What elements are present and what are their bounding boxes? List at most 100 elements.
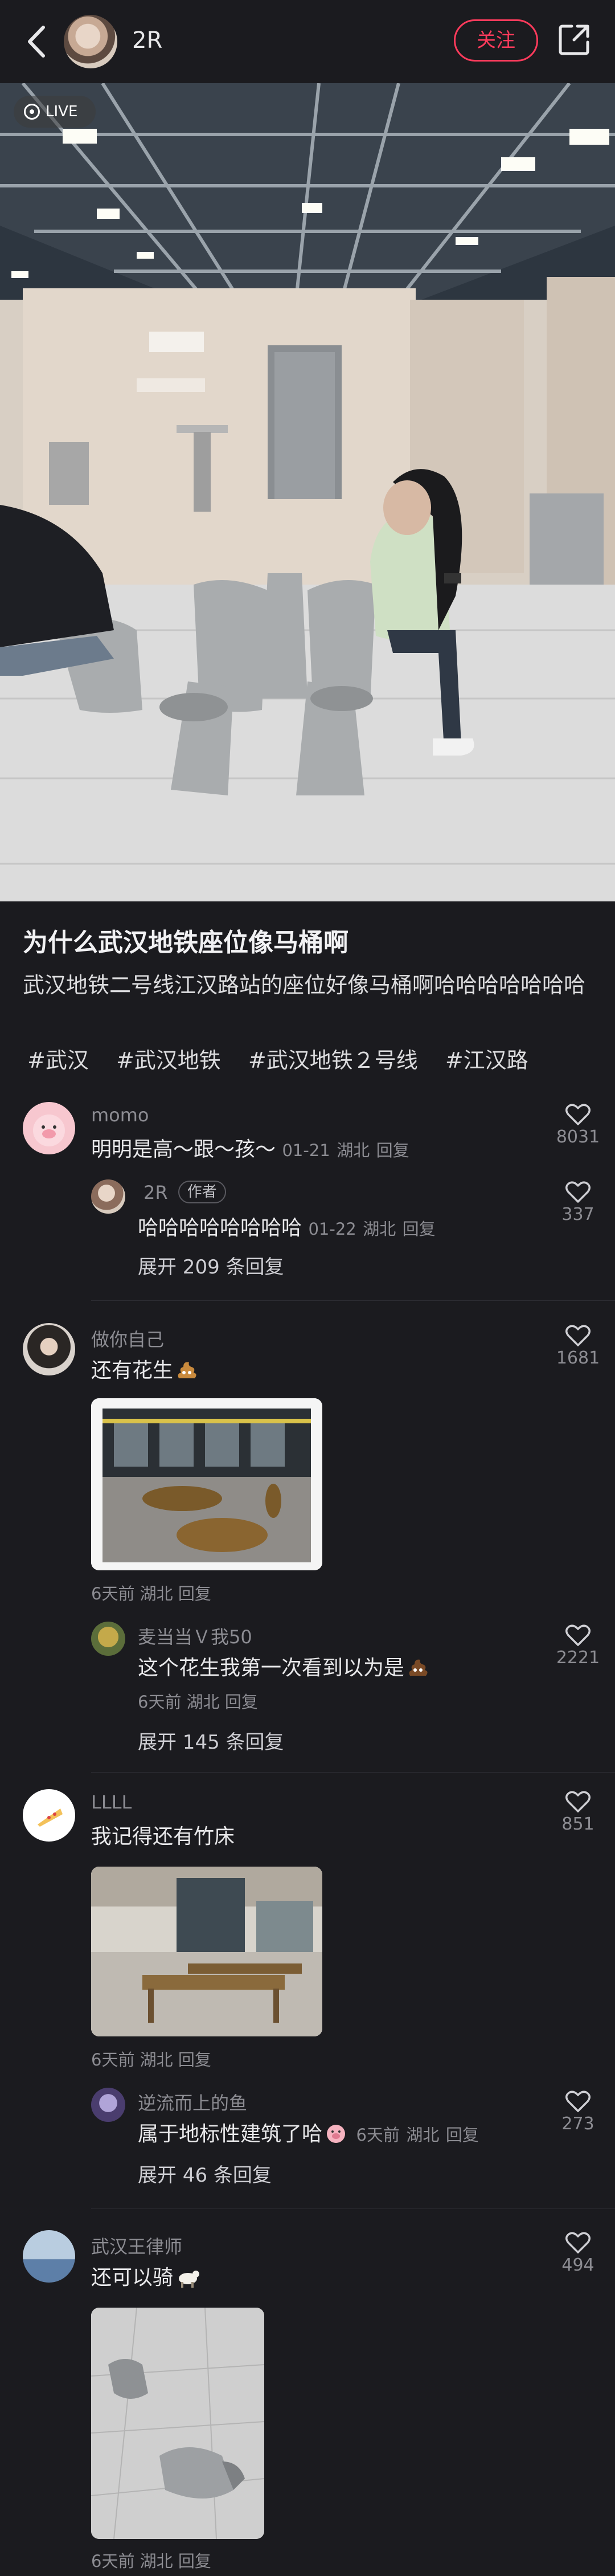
heart-icon [565,1791,591,1812]
poop-emoji-icon [178,1362,196,1378]
live-photo-badge: LIVE [14,96,96,128]
subway-station-photo [0,83,615,901]
like-button[interactable]: 337 [547,1181,609,1224]
expand-replies-button[interactable]: 展开 145 条回复 [138,1726,284,1754]
commenter-avatar[interactable] [23,2230,75,2283]
reply-text: 属于地标性建筑了哈 6天前 湖北 回复 [138,2117,479,2147]
post-tags: #武汉 #武汉地铁 #武汉地铁２号线 #江汉路 [27,1043,549,1074]
reply-avatar[interactable] [91,1622,125,1656]
reply-button[interactable]: 回复 [178,2551,211,2571]
comment-time: 6天前 [91,1584,135,1603]
reply-location: 湖北 [363,1219,396,1239]
heart-icon [565,1181,591,1203]
like-count: 1681 [556,1348,600,1368]
heart-icon [565,1624,591,1646]
metal-seats-photo [91,2308,264,2539]
commenter-name[interactable]: 武汉王律师 [91,2232,182,2259]
commenter-name[interactable]: 做你自己 [91,1325,164,1352]
divider [91,1300,615,1301]
like-count: 273 [561,2114,594,2134]
reply-user[interactable]: 逆流而上的鱼 [138,2089,247,2115]
post-title: 为什么武汉地铁座位像马桶啊 [23,928,348,957]
comment-meta: 6天前 湖北 回复 [91,1581,211,1605]
comment-text: 明明是高～跟～孩～ 01-21 湖北 回复 [91,1133,409,1162]
bamboo-bed-photo [91,1867,322,2036]
heart-icon [565,2232,591,2254]
tag-link[interactable]: #武汉地铁 [116,1048,221,1073]
comment-text: 还可以骑 [91,2261,200,2291]
reply-user-name: 2R [144,1182,168,1203]
live-icon [24,104,40,120]
comment-meta: 6天前 湖北 回复 [91,2548,211,2572]
commenter-avatar[interactable] [23,1102,75,1154]
reply-user[interactable]: 2R 作者 [144,1181,226,1203]
reply-body: 这个花生我第一次看到以为是 [138,1656,405,1680]
comment-location: 湖北 [140,2551,173,2571]
author-avatar[interactable] [64,15,117,68]
reply-location: 湖北 [406,2125,440,2145]
reply-text: 这个花生我第一次看到以为是 [138,1651,429,1681]
reply-avatar[interactable] [91,2088,125,2122]
comment-image[interactable] [91,1398,322,1570]
reply-location: 湖北 [186,1692,220,1712]
reply-body: 属于地标性建筑了哈 [138,2122,323,2146]
comment-time: 6天前 [91,2050,135,2069]
like-button[interactable]: 1681 [547,1324,609,1368]
pizza-avatar-icon [38,1808,63,1827]
comment-image[interactable] [91,1867,322,2036]
like-button[interactable]: 273 [547,2090,609,2134]
tag-link[interactable]: #江汉路 [445,1048,528,1073]
like-button[interactable]: 851 [547,1790,609,1834]
reply-user[interactable]: 麦当当Ｖ我50 [138,1623,252,1649]
reply-time: 6天前 [138,1692,182,1712]
reply-text: 哈哈哈哈哈哈哈哈 01-22 湖北 回复 [138,1211,436,1241]
like-button[interactable]: 494 [547,2231,609,2275]
tag-link[interactable]: #武汉 [27,1048,89,1073]
pig-emoji-icon [327,2125,346,2143]
reply-time: 6天前 [356,2125,400,2145]
comment-meta: 6天前 湖北 回复 [91,2047,211,2071]
like-button[interactable]: 2221 [547,1624,609,1668]
reply-avatar[interactable] [91,1179,125,1214]
back-arrow-icon[interactable] [23,23,51,60]
reply-button[interactable]: 回复 [225,1692,258,1712]
comment-location: 湖北 [140,1584,173,1603]
follow-button[interactable]: 关注 [454,19,538,62]
comment-text: 还有花生 [91,1354,198,1383]
comment-location: 湖北 [337,1141,370,1160]
reply-body: 哈哈哈哈哈哈哈哈 [138,1216,302,1240]
commenter-name[interactable]: LLLL [91,1791,132,1813]
comment-location: 湖北 [140,2050,173,2069]
reply-button[interactable]: 回复 [178,1584,211,1603]
expand-replies-button[interactable]: 展开 209 条回复 [138,1251,284,1279]
commenter-avatar[interactable] [23,1323,75,1375]
commenter-avatar[interactable] [23,1789,75,1842]
divider [91,1772,615,1773]
reply-button[interactable]: 回复 [376,1141,409,1160]
heart-icon [565,2091,591,2112]
divider [91,2208,615,2209]
share-icon[interactable] [557,23,591,57]
comment-time: 6天前 [91,2551,135,2571]
reply-button[interactable]: 回复 [178,2050,211,2069]
expand-replies-button[interactable]: 展开 46 条回复 [138,2159,272,2187]
reply-button[interactable]: 回复 [446,2125,479,2145]
tag-link[interactable]: #武汉地铁２号线 [248,1048,418,1073]
live-label: LIVE [46,103,78,120]
heart-icon [565,1104,591,1125]
comment-time: 01-21 [282,1141,330,1160]
comment-image[interactable] [91,2308,264,2539]
like-button[interactable]: 8031 [547,1103,609,1147]
comment-text: 我记得还有竹床 [91,1825,235,1848]
post-photo[interactable]: LIVE [0,83,615,901]
like-count: 2221 [556,1648,600,1668]
commenter-name[interactable]: momo [91,1104,149,1126]
reply-meta: 6天前 湖北 回复 [138,1689,258,1713]
comment-body: 还可以骑 [91,2266,174,2289]
like-count: 8031 [556,1127,600,1147]
peanut-seat-photo [91,1398,322,1570]
reply-time: 01-22 [308,1219,356,1239]
author-name[interactable]: 2R [132,27,162,54]
reply-button[interactable]: 回复 [403,1219,436,1239]
post-body: 武汉地铁二号线江汉路站的座位好像马桶啊哈哈哈哈哈哈哈 [23,973,586,998]
